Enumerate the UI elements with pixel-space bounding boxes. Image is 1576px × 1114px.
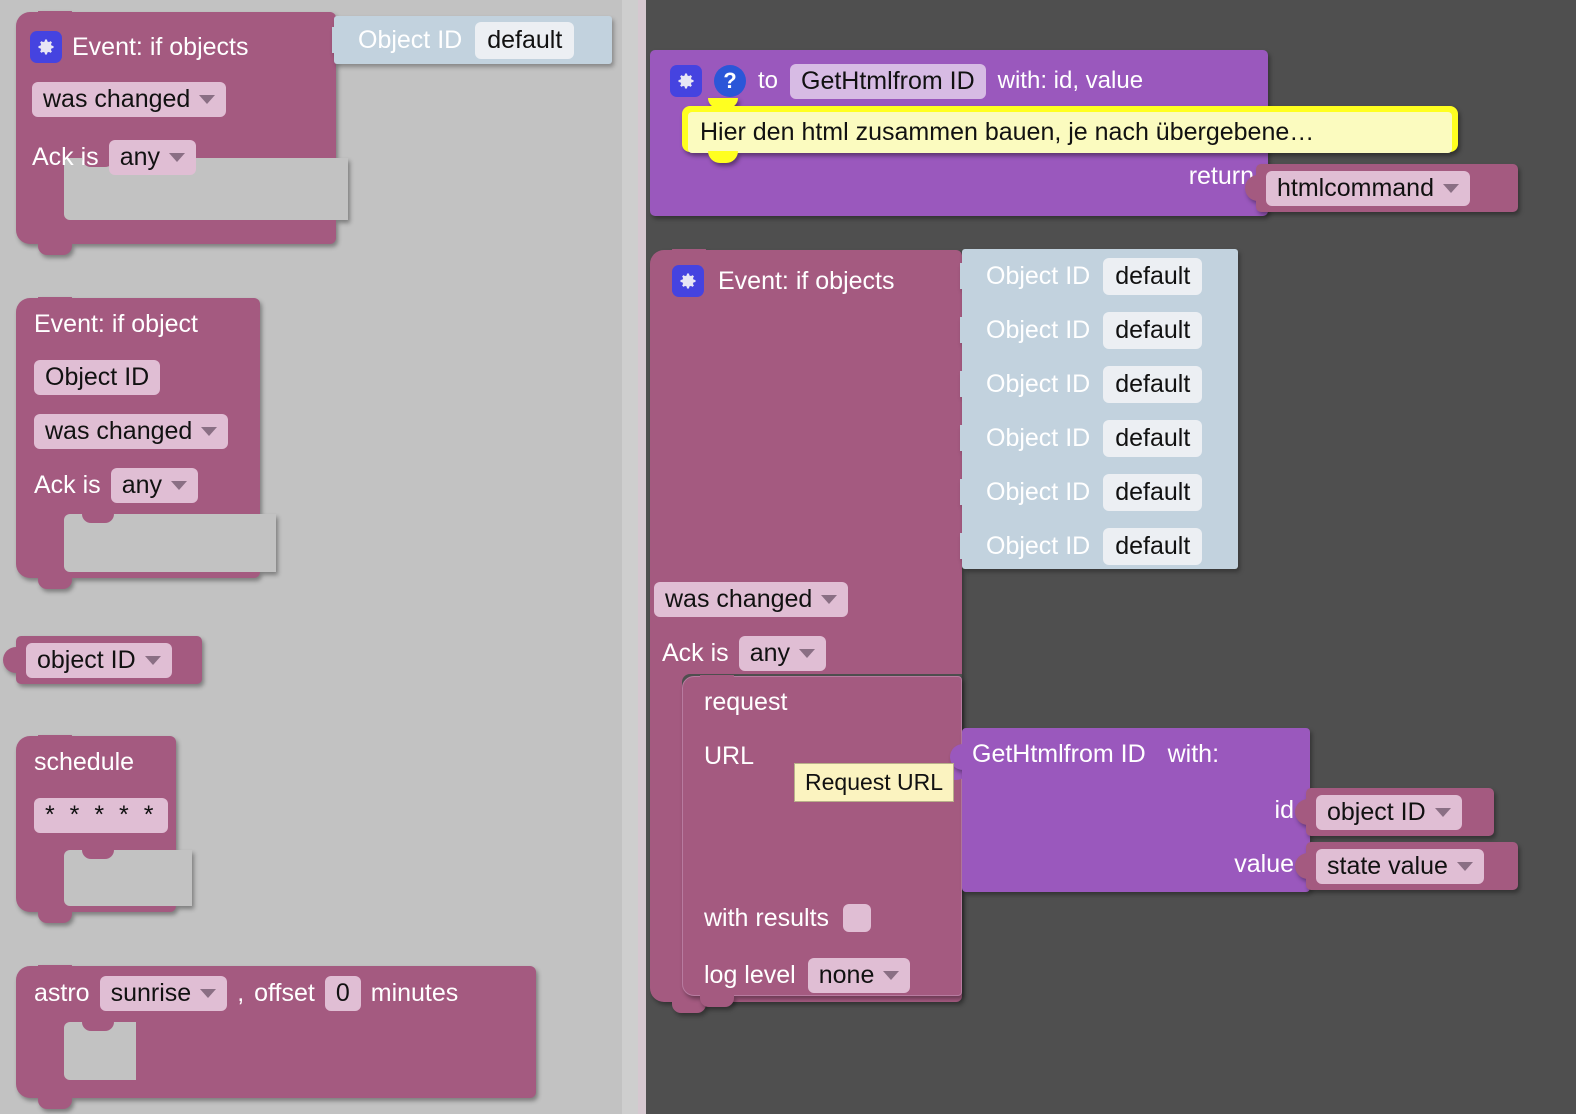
astro-event-dropdown[interactable]: sunrise — [99, 976, 228, 1011]
chevron-down-icon — [201, 427, 218, 436]
comment-tab-top — [708, 98, 738, 108]
trigger-dropdown[interactable]: was changed — [34, 414, 229, 449]
astro-prefix-label: astro — [34, 979, 90, 1007]
comment-text[interactable]: Hier den html zusammen bauen, je nach üb… — [688, 112, 1452, 153]
ack-label: Ack is — [34, 471, 101, 499]
return-value-block[interactable]: htmlcommand — [1245, 164, 1518, 212]
log-level-label: log level — [704, 961, 796, 989]
trigger-dropdown[interactable]: was changed — [654, 582, 849, 617]
comment-bubble[interactable]: Hier den html zusammen bauen, je nach üb… — [682, 98, 1458, 163]
chevron-down-icon — [1434, 808, 1451, 817]
object-id-row[interactable]: Object ID default — [334, 16, 612, 64]
argument-block-object-id[interactable]: object ID — [1295, 788, 1494, 836]
ack-label: Ack is — [32, 143, 99, 171]
object-id-label: Object ID — [986, 261, 1091, 290]
with-results-label: with results — [704, 903, 830, 932]
flyout-block-object-id-getter[interactable]: object ID — [3, 636, 202, 684]
ack-label: Ack is — [662, 639, 729, 667]
arg-label-value: value — [1234, 850, 1294, 878]
object-id-dropdown[interactable]: object ID — [1316, 795, 1462, 830]
object-id-value[interactable]: default — [1103, 257, 1203, 295]
object-id-row[interactable]: Object ID default — [962, 411, 1238, 465]
chevron-down-icon — [1443, 184, 1459, 193]
chevron-down-icon — [144, 656, 161, 665]
procedure-params-label: with: id, value — [997, 67, 1144, 94]
trigger-dropdown[interactable]: was changed — [32, 82, 227, 117]
help-icon[interactable]: ? — [714, 65, 746, 97]
object-id-value[interactable]: default — [1103, 365, 1203, 403]
block-title: Event: if objects — [718, 266, 895, 295]
object-id-value[interactable]: default — [1103, 311, 1203, 349]
flyout-scrollbar-thumb[interactable] — [638, 0, 646, 1114]
ack-dropdown[interactable]: any — [110, 468, 198, 503]
chevron-down-icon — [799, 649, 815, 658]
object-id-row[interactable]: Object ID default — [962, 357, 1238, 411]
chevron-down-icon — [171, 481, 187, 490]
cron-field[interactable]: * * * * * — [34, 798, 169, 833]
arg-label-id: id — [1274, 796, 1294, 824]
request-title: request — [704, 688, 788, 716]
flyout-block-astro[interactable]: astro sunrise , offset 0 minutes — [16, 965, 536, 1109]
object-id-value[interactable]: default — [1103, 473, 1203, 511]
objectid-text-field[interactable]: Object ID — [34, 360, 161, 395]
object-id-value[interactable]: default — [1103, 527, 1203, 565]
procedure-call-with-label: with: — [1167, 740, 1220, 768]
ack-dropdown[interactable]: any — [108, 140, 196, 175]
object-id-label: Object ID — [986, 477, 1091, 506]
object-id-panel[interactable]: Object ID default Object ID default Obje… — [960, 249, 1238, 569]
return-value-dropdown[interactable]: htmlcommand — [1266, 171, 1470, 206]
flyout-block-event-if-object[interactable]: Event: if object Object ID was changed A… — [16, 297, 276, 589]
object-id-value[interactable]: default — [475, 21, 575, 59]
blockly-workspace[interactable]: Event: if objects was changed Ack is any… — [0, 0, 1576, 1114]
procedure-to-label: to — [758, 67, 779, 94]
object-id-panel[interactable]: Object ID default — [332, 16, 612, 64]
chevron-down-icon — [1456, 862, 1473, 871]
object-id-row[interactable]: Object ID default — [962, 519, 1238, 573]
tooltip-request-url: Request URL — [794, 763, 955, 802]
astro-separator: , — [237, 979, 245, 1007]
chevron-down-icon — [883, 971, 900, 980]
astro-offset-label: offset — [254, 979, 315, 1007]
object-id-label: Object ID — [986, 369, 1091, 398]
object-id-label: Object ID — [986, 423, 1091, 452]
flyout-block-event-if-objects[interactable]: Event: if objects was changed Ack is any — [16, 11, 348, 255]
object-id-label: Object ID — [986, 531, 1091, 560]
gear-icon[interactable] — [30, 31, 62, 63]
tooltip-text: Request URL — [805, 769, 944, 795]
object-id-value[interactable]: default — [1103, 419, 1203, 457]
object-id-label: Object ID — [358, 25, 463, 54]
procedure-name-field[interactable]: GetHtmlfrom ID — [790, 63, 986, 99]
with-results-checkbox[interactable] — [843, 904, 872, 932]
argument-block-state-value[interactable]: state value — [1295, 842, 1518, 890]
url-label: URL — [704, 742, 755, 770]
gear-icon[interactable] — [672, 265, 704, 297]
procedure-call-block[interactable]: GetHtmlfrom ID with: id value — [950, 728, 1310, 892]
chevron-down-icon — [169, 153, 185, 162]
procedure-call-name: GetHtmlfrom ID — [972, 740, 1146, 768]
object-id-label: Object ID — [986, 315, 1091, 344]
block-title: Event: if object — [34, 310, 198, 338]
request-block[interactable]: request URL with results log level none — [682, 675, 970, 1007]
astro-unit-label: minutes — [370, 979, 459, 1007]
chevron-down-icon — [199, 95, 216, 104]
gear-icon[interactable] — [670, 65, 702, 97]
object-id-row[interactable]: Object ID default — [962, 249, 1238, 303]
astro-offset-field[interactable]: 0 — [324, 976, 361, 1011]
object-id-row[interactable]: Object ID default — [962, 465, 1238, 519]
objectid-dropdown[interactable]: object ID — [26, 643, 172, 678]
block-title: schedule — [34, 748, 135, 776]
log-level-dropdown[interactable]: none — [807, 958, 911, 993]
block-title: Event: if objects — [72, 32, 249, 61]
state-value-dropdown[interactable]: state value — [1316, 849, 1484, 884]
ack-dropdown[interactable]: any — [738, 636, 826, 671]
chevron-down-icon — [200, 989, 217, 998]
object-id-row[interactable]: Object ID default — [962, 303, 1238, 357]
chevron-down-icon — [821, 595, 838, 604]
flyout-block-schedule[interactable]: schedule * * * * * — [16, 735, 192, 923]
